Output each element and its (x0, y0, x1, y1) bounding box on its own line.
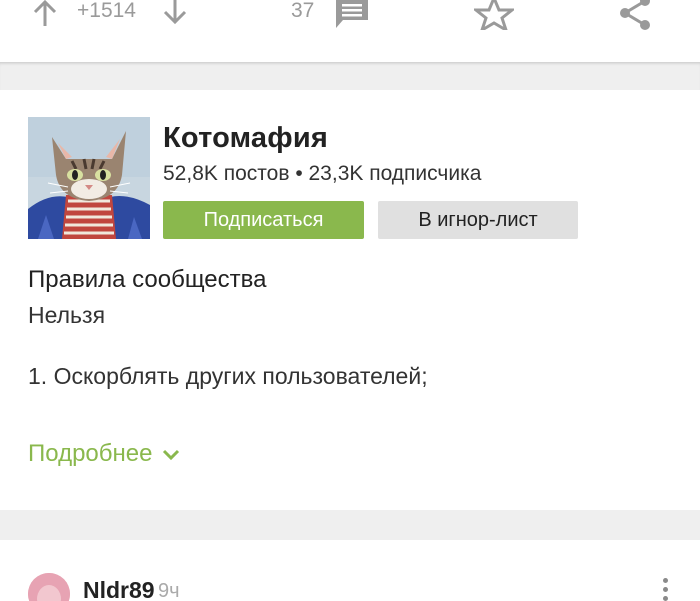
section-separator (0, 510, 700, 540)
more-label: Подробнее (28, 440, 153, 467)
star-icon[interactable] (471, 0, 517, 35)
arrow-down-icon[interactable] (160, 0, 190, 31)
community-card: Котомафия 52,8K постов • 23,3K подписчик… (0, 90, 700, 510)
comment-username[interactable]: Nldr89 (83, 577, 155, 601)
comment-time: 9ч (158, 580, 180, 601)
post-action-bar: +1514 37 (0, 0, 700, 62)
rules-text-line: 1. Оскорблять других пользователей; (28, 363, 428, 389)
community-avatar[interactable] (28, 117, 150, 239)
rules-text-line: Нельзя (28, 302, 106, 328)
more-link[interactable]: Подробнее (28, 440, 180, 468)
arrow-up-icon[interactable] (30, 0, 60, 31)
avatar[interactable] (28, 573, 70, 601)
comments-count: 37 (291, 0, 315, 22)
comment-icon[interactable] (333, 0, 371, 35)
rating-value: +1514 (77, 0, 136, 22)
rules-title: Правила сообщества (28, 266, 267, 293)
share-icon[interactable] (618, 0, 654, 37)
more-options-icon[interactable] (660, 578, 670, 601)
ignore-list-button[interactable]: В игнор-лист (378, 201, 578, 239)
comment-header: Nldr89 9ч (0, 540, 700, 601)
subscribe-button[interactable]: Подписаться (163, 201, 364, 239)
community-stats: 52,8K постов • 23,3K подписчика (163, 162, 482, 185)
chevron-down-icon (162, 440, 180, 468)
community-name[interactable]: Котомафия (163, 122, 328, 155)
section-separator (0, 62, 700, 90)
